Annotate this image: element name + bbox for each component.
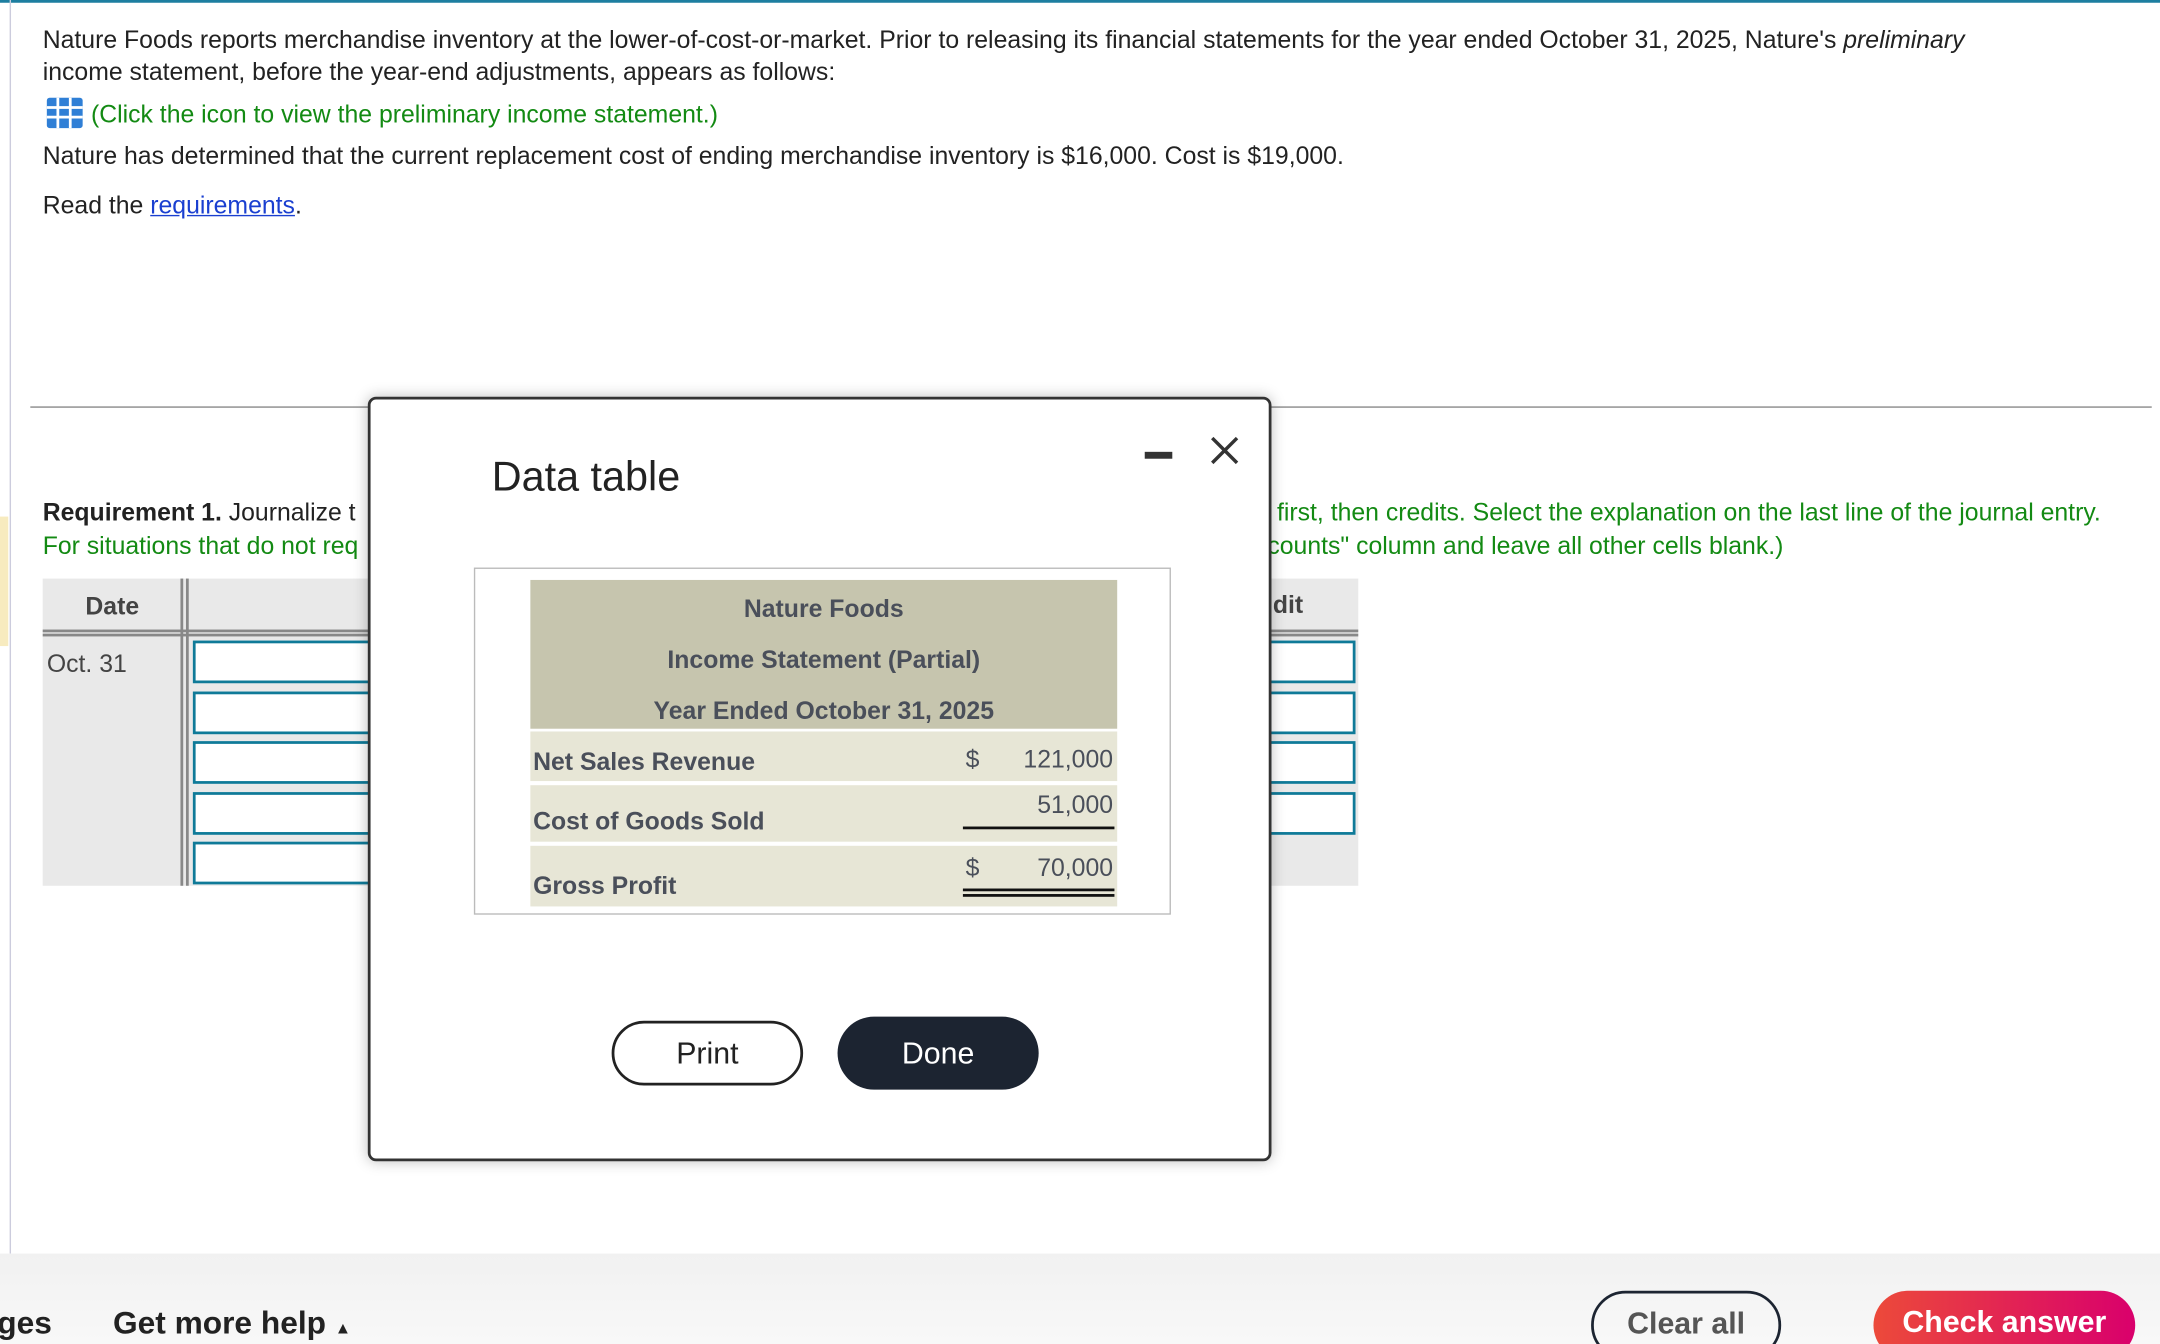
table-grid-icon[interactable] [45, 96, 84, 129]
read-suffix: . [294, 191, 302, 220]
footer-bar: ges Get more help ▲ Clear all Check answ… [0, 1253, 2160, 1344]
account-input-4[interactable] [192, 792, 386, 835]
statement-name: Income Statement (Partial) [667, 646, 981, 674]
modal-title: Data table [491, 454, 681, 501]
left-rule [9, 0, 12, 1254]
requirement-note-right: counts" column and leave all other cells… [1267, 531, 1784, 560]
dollar-sign: $ [965, 745, 980, 773]
credit-input-3[interactable] [1268, 741, 1356, 784]
statement-period: Year Ended October 31, 2025 [653, 697, 994, 725]
requirement-note: For situations that do not req [42, 531, 359, 560]
income-statement-table: Nature Foods Income Statement (Partial) … [473, 567, 1171, 915]
account-input-3[interactable] [192, 741, 386, 784]
intro-text-2: income statement, before the year-end ad… [42, 57, 836, 86]
icon-link-text[interactable]: (Click the icon to view the preliminary … [91, 101, 718, 129]
read-prefix: Read the [42, 191, 151, 220]
account-input-1[interactable] [192, 640, 386, 684]
row-label: Cost of Goods Sold [533, 807, 765, 835]
print-button[interactable]: Print [611, 1020, 804, 1086]
requirement-instruction: Journalize t [221, 498, 356, 527]
caret-up-icon: ▲ [334, 1318, 352, 1338]
credit-header: dit [1272, 590, 1304, 619]
company-name: Nature Foods [743, 595, 904, 623]
statement-header: Nature Foods Income Statement (Partial) … [530, 579, 1118, 729]
row-amount: 121,000 [1023, 745, 1114, 773]
account-input-5[interactable] [192, 841, 386, 885]
minimize-icon[interactable] [1144, 451, 1173, 459]
problem-intro: Nature Foods reports merchandise invento… [43, 25, 2137, 88]
requirements-link[interactable]: requirements [150, 191, 295, 219]
date-header: Date [85, 592, 140, 620]
read-requirements: Read the requirements. [43, 190, 302, 222]
credit-input-4[interactable] [1268, 792, 1356, 835]
get-more-help-button[interactable]: Get more help ▲ [113, 1305, 351, 1342]
row-amount: 51,000 [1037, 790, 1114, 819]
account-input-2[interactable] [192, 691, 386, 735]
done-button[interactable]: Done [837, 1016, 1039, 1090]
check-answer-button[interactable]: Check answer [1873, 1290, 2136, 1344]
top-accent-bar [0, 0, 2160, 3]
table-row: Cost of Goods Sold 51,000 [530, 785, 1118, 842]
requirement-label: Requirement 1. [42, 498, 222, 527]
date-value: Oct. 31 [46, 650, 127, 678]
intro-italic: preliminary [1843, 26, 1965, 54]
row-label: Gross Profit [533, 871, 677, 900]
table-row: Net Sales Revenue $ 121,000 [530, 731, 1118, 782]
dollar-sign: $ [965, 854, 980, 882]
close-icon[interactable] [1208, 434, 1241, 467]
intro-text: Nature Foods reports merchandise invento… [42, 26, 1844, 54]
requirement-text: Requirement 1. Journalize t [43, 497, 356, 529]
row-amount: 70,000 [1037, 854, 1114, 882]
highlight-marker [0, 516, 9, 647]
table-row: Gross Profit $ 70,000 [530, 845, 1118, 907]
income-statement-link[interactable]: (Click the icon to view the preliminary … [45, 96, 718, 130]
credit-input-1[interactable] [1268, 640, 1356, 684]
requirement-instruction-right: first, then credits. Select the explanat… [1276, 498, 2101, 527]
data-table-modal: Data table Nature Foods Income Statement… [367, 396, 1272, 1162]
row-label: Net Sales Revenue [533, 748, 756, 776]
footer-left-link[interactable]: ges [0, 1305, 52, 1342]
credit-input-2[interactable] [1268, 691, 1356, 735]
clear-all-button[interactable]: Clear all [1591, 1290, 1782, 1344]
get-more-help-label: Get more help [112, 1304, 327, 1341]
replacement-cost-text: Nature has determined that the current r… [42, 141, 1344, 170]
